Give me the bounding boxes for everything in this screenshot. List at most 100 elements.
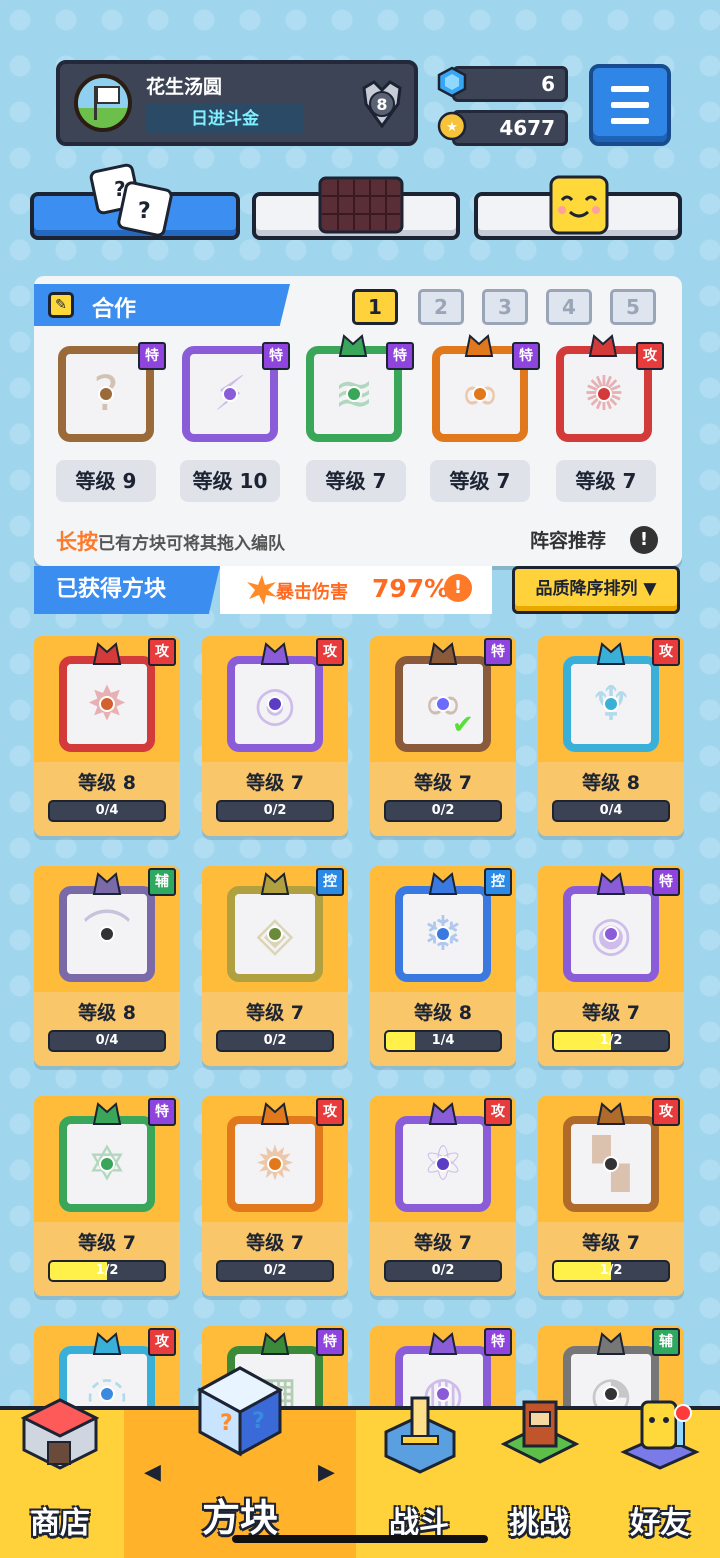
block-type-tag: 特: [484, 1328, 512, 1356]
recommend-button[interactable]: 阵容推荐: [530, 526, 606, 553]
crit-info-icon[interactable]: !: [444, 574, 472, 602]
crit-damage-panel[interactable]: 暴击伤害 797% !: [220, 566, 492, 614]
upgrade-progress-bar: 0/2: [384, 800, 502, 822]
team-block-5[interactable]: ✺攻: [556, 334, 664, 442]
team-slot-1[interactable]: 1: [352, 289, 398, 325]
nav-shop[interactable]: 商店: [0, 1398, 120, 1558]
team-slot-5[interactable]: 5: [610, 289, 656, 325]
block-card[interactable]: ✡特等级 7 1/2: [34, 1096, 180, 1296]
progress-text: 1/2: [95, 1263, 119, 1278]
block-type-tag: 特: [262, 342, 290, 370]
block-icon-frame: ❄: [395, 872, 491, 982]
block-card[interactable]: ♆攻等级 8 0/4: [538, 636, 684, 836]
nav-blocks-label: 方块: [201, 1496, 278, 1540]
block-type-tag: 攻: [316, 1098, 344, 1126]
block-core-icon: [603, 696, 619, 712]
nav-challenge[interactable]: 挑战: [480, 1400, 598, 1558]
block-icon-frame: ▚: [563, 1102, 659, 1212]
nav-shop-label: 商店: [30, 1506, 90, 1541]
player-name: 花生汤圆: [146, 76, 223, 98]
team-block-1[interactable]: ?特: [58, 342, 166, 442]
gem-counter[interactable]: 6: [452, 66, 568, 102]
next-arrow-icon[interactable]: ▶: [318, 1460, 335, 1485]
dragon-crest-icon: [596, 870, 626, 896]
rank-badge-icon[interactable]: 8: [356, 78, 408, 130]
svg-text:?: ?: [252, 1409, 265, 1434]
progress-text: 0/2: [263, 1263, 287, 1278]
chocolate-board-icon: [318, 176, 404, 234]
upgrade-progress-bar: 0/2: [216, 1260, 334, 1282]
block-type-tag: 攻: [316, 638, 344, 666]
dragon-crest-icon: [260, 1100, 290, 1126]
team-slot-4[interactable]: 4: [546, 289, 592, 325]
info-icon[interactable]: !: [630, 526, 658, 554]
block-type-tag: 特: [484, 638, 512, 666]
block-icon-frame: ∞: [395, 642, 491, 752]
coin-counter[interactable]: 4677: [452, 110, 568, 146]
dragon-crest-icon: [428, 1330, 458, 1356]
hamburger-menu-icon: [611, 86, 649, 92]
block-type-tag: 特: [652, 868, 680, 896]
block-card[interactable]: ∞特 ✔ 等级 7 0/2: [370, 636, 516, 836]
block-card[interactable]: ◉特等级 7 1/2: [538, 866, 684, 1066]
block-card[interactable]: ⚛攻等级 7 0/2: [370, 1096, 516, 1296]
block-card[interactable]: ❄控等级 8 1/4: [370, 866, 516, 1066]
drag-hint: 长按已有方块可将其拖入编队: [56, 526, 285, 556]
challenge-icon: [500, 1400, 580, 1464]
block-core-icon: [267, 1156, 283, 1172]
block-core-icon: [472, 386, 488, 402]
nav-friends-label: 好友: [630, 1506, 690, 1541]
block-card[interactable]: ◈控等级 7 0/2: [202, 866, 348, 1066]
dragon-crest-icon: [464, 332, 494, 358]
block-card[interactable]: ◎攻等级 7 0/2: [202, 636, 348, 836]
block-card[interactable]: ▚攻等级 7 1/2: [538, 1096, 684, 1296]
upgrade-progress-bar: 1/4: [384, 1030, 502, 1052]
flag-icon: [96, 86, 120, 104]
block-type-tag: 攻: [652, 638, 680, 666]
avatar[interactable]: [74, 74, 132, 132]
prev-arrow-icon[interactable]: ◀: [144, 1460, 161, 1485]
nav-friends[interactable]: 好友: [600, 1400, 720, 1558]
block-card[interactable]: ✹攻等级 7 0/2: [202, 1096, 348, 1296]
team-slot-3[interactable]: 3: [482, 289, 528, 325]
dragon-crest-icon: [260, 870, 290, 896]
drag-hint-text: 已有方块可将其拖入编队: [98, 534, 285, 554]
block-type-tag: 控: [316, 868, 344, 896]
pencil-icon[interactable]: ✎: [48, 292, 74, 318]
progress-text: 0/4: [95, 1033, 119, 1048]
svg-text:★: ★: [446, 120, 458, 135]
block-core-icon: [346, 386, 362, 402]
sort-dropdown[interactable]: 品质降序排列 ▼: [512, 566, 680, 614]
burst-icon: [247, 575, 277, 605]
upgrade-progress-bar: 0/4: [552, 800, 670, 822]
team-block-3[interactable]: ≋特: [306, 334, 414, 442]
battle-icon: [384, 1396, 456, 1474]
smiley-cube-icon: [549, 175, 609, 235]
upgrade-progress-bar: 0/2: [384, 1260, 502, 1282]
block-level: 等级 7: [414, 1232, 472, 1254]
block-core-icon: [222, 386, 238, 402]
dragon-crest-icon: [92, 870, 122, 896]
dragon-crest-icon: [588, 332, 618, 358]
block-core-icon: [267, 926, 283, 942]
team-slot-2[interactable]: 2: [418, 289, 464, 325]
block-card[interactable]: ✸攻等级 8 0/4: [34, 636, 180, 836]
team-block-2[interactable]: ⚡特: [182, 342, 290, 442]
player-title: 日进斗金: [146, 104, 304, 134]
block-type-tag: 攻: [148, 1328, 176, 1356]
block-type-tag: 特: [512, 342, 540, 370]
progress-text: 0/4: [95, 803, 119, 818]
dragon-crest-icon: [596, 1330, 626, 1356]
profile-card[interactable]: 花生汤圆 日进斗金 8: [56, 60, 418, 146]
block-level: 等级 7: [246, 1002, 304, 1024]
team-mode-label: 合作: [92, 297, 137, 322]
block-icon-frame: ⌒: [59, 872, 155, 982]
block-icon-frame: ✸: [59, 642, 155, 752]
block-type-tag: 特: [386, 342, 414, 370]
team-block-4[interactable]: ∞特: [432, 334, 540, 442]
block-card[interactable]: ⌒辅等级 8 0/4: [34, 866, 180, 1066]
block-icon-frame: ◈: [227, 872, 323, 982]
block-core-icon: [596, 386, 612, 402]
block-type-tag: 攻: [652, 1098, 680, 1126]
menu-button[interactable]: [589, 64, 671, 146]
